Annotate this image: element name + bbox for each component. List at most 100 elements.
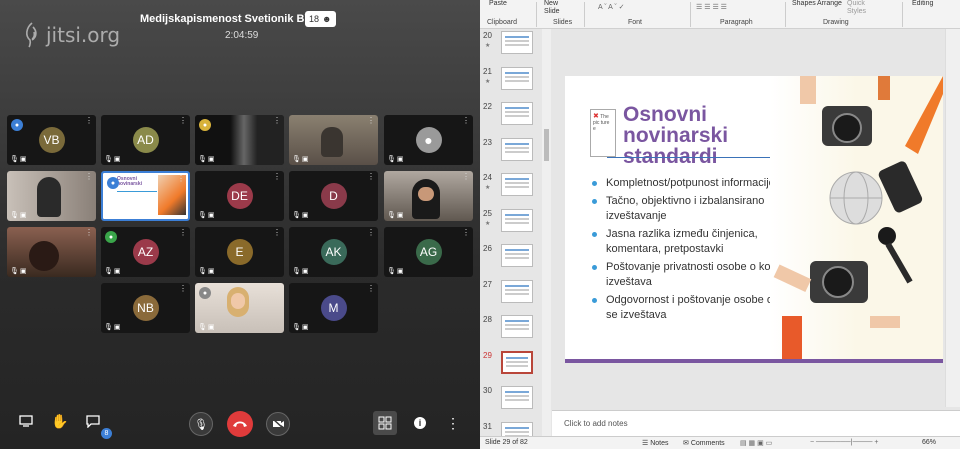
tile-more-options-icon[interactable]: ⋮ — [179, 285, 187, 293]
more-vertical-icon: ⋮ — [446, 414, 460, 431]
tile-more-options-icon[interactable]: ⋮ — [179, 229, 187, 237]
slide-thumbnail[interactable] — [501, 208, 533, 232]
ribbon-separator — [690, 2, 691, 27]
slide-scrollbar[interactable] — [945, 29, 960, 407]
tile-more-options-icon[interactable]: ⋮ — [273, 285, 281, 293]
paste-button[interactable]: Paste — [489, 0, 507, 7]
slide-thumbnail[interactable] — [501, 386, 533, 409]
tile-more-options-icon[interactable]: ⋮ — [367, 173, 375, 181]
thumbnails-scrollbar[interactable] — [542, 29, 551, 436]
thumbnail-content — [505, 36, 529, 38]
quick-styles-button[interactable]: Quick Styles — [847, 0, 866, 16]
participant-status-indicator: ● — [11, 119, 23, 131]
thumbnail-content — [505, 178, 529, 180]
tile-more-options-icon[interactable]: ⋮ — [367, 285, 375, 293]
tile-view-button[interactable] — [373, 411, 397, 435]
ribbon-separator — [536, 2, 537, 27]
participant-tile[interactable]: ⋮ 🎙▣ — [7, 171, 96, 221]
participant-tile[interactable]: AZ ● ⋮ 🎙▣ — [101, 227, 190, 277]
tile-more-options-icon[interactable]: ⋮ — [85, 117, 93, 125]
participant-tile[interactable]: AG ⋮ 🎙▣ — [384, 227, 473, 277]
notes-toggle[interactable]: ☰ Notes — [642, 439, 669, 447]
slide-thumbnail[interactable] — [501, 350, 533, 374]
tile-more-options-icon[interactable]: ⋮ — [85, 173, 93, 181]
tile-more-options-icon[interactable]: ⋮ — [273, 173, 281, 181]
participant-avatar: VB — [38, 127, 65, 153]
thumbnail-content — [505, 391, 529, 393]
ribbon: Paste New Slide A ˇ A ˇ ✓ ☰ ☰ ☰ ☰ Shapes… — [480, 0, 960, 29]
chat-button[interactable] — [84, 412, 102, 430]
participant-count-badge[interactable]: 18 ☻ — [305, 11, 336, 27]
tile-view-icon — [378, 416, 392, 430]
meeting-timer: 2:04:59 — [225, 30, 259, 41]
thumbnail-content — [505, 426, 529, 429]
participant-tile[interactable]: ⋮ 🎙▣ — [7, 227, 96, 277]
thumbnail-number: 27 — [483, 279, 492, 289]
participant-tile[interactable]: AD ⋮ 🎙▣ — [101, 115, 190, 165]
jitsi-logo-icon — [26, 22, 37, 48]
tile-more-options-icon[interactable]: ⋮ — [462, 117, 470, 125]
tile-more-options-icon[interactable]: ⋮ — [367, 117, 375, 125]
muted-indicators-icon: 🎙▣ — [104, 156, 122, 163]
slide-thumbnail[interactable] — [501, 244, 533, 267]
participant-tile[interactable]: NB ⋮ 🎙▣ — [101, 283, 190, 333]
hangup-button[interactable] — [227, 411, 253, 437]
muted-indicators-icon: 🎙▣ — [198, 212, 216, 219]
shapes-button[interactable]: Shapes — [792, 0, 816, 7]
slide-thumbnail[interactable] — [501, 31, 533, 54]
view-buttons[interactable]: ▤ ▦ ▣ ▭ — [740, 439, 772, 447]
muted-indicators-icon: 🎙▣ — [10, 156, 28, 163]
tile-more-options-icon[interactable]: ⋮ — [273, 229, 281, 237]
camera-button[interactable] — [266, 412, 290, 436]
thumbnail-content — [505, 71, 529, 74]
participant-tile[interactable]: ● ⋮ 🎙▣ — [195, 283, 284, 333]
tile-more-options-icon[interactable]: ⋮ — [179, 117, 187, 125]
info-button[interactable]: i — [411, 414, 429, 432]
microphone-button[interactable]: 🎙 — [189, 412, 213, 436]
participant-tile[interactable]: Osnovni novinarski ● ⋮ 🎙▣ — [101, 171, 190, 221]
zoom-level[interactable]: 66% — [922, 439, 936, 446]
participant-tile[interactable]: E ⋮ 🎙▣ — [195, 227, 284, 277]
comments-toggle[interactable]: ✉ Comments — [683, 439, 725, 447]
participant-tile[interactable]: M ⋮ 🎙▣ — [289, 283, 378, 333]
slide-thumbnail[interactable] — [501, 279, 533, 303]
scrollbar-knob[interactable] — [544, 129, 549, 161]
thumbnail-number: 30 — [483, 386, 492, 395]
tile-more-options-icon[interactable]: ⋮ — [462, 173, 470, 181]
participant-tile[interactable]: DE ⋮ 🎙▣ — [195, 171, 284, 221]
tile-more-options-icon[interactable]: ⋮ — [462, 229, 470, 237]
thumbnail-content — [505, 142, 529, 145]
participant-tile[interactable]: ● ⋮ 🎙▣ — [384, 115, 473, 165]
participant-tile[interactable]: ⋮ 🎙▣ — [384, 171, 473, 221]
slide-thumbnail[interactable] — [501, 66, 533, 90]
zoom-slider[interactable]: − ───────|──── + — [810, 439, 878, 446]
participant-status-indicator: ● — [107, 177, 119, 189]
participant-tile[interactable]: ⋮ 🎙▣ — [289, 115, 378, 165]
raise-hand-button[interactable]: ✋ — [51, 412, 69, 430]
slide-thumbnail[interactable] — [501, 102, 533, 125]
current-slide[interactable]: ✖ The pic ture e Osnovni novinarski stan… — [565, 76, 943, 363]
animation-star-icon: ★ — [485, 185, 491, 191]
participant-tile[interactable]: D ⋮ 🎙▣ — [289, 171, 378, 221]
participant-tile[interactable]: AK ⋮ 🎙▣ — [289, 227, 378, 277]
font-size-icons[interactable]: A ˇ A ˇ ✓ — [598, 3, 625, 11]
tile-more-options-icon[interactable]: ⋮ — [273, 117, 281, 125]
muted-indicators-icon: 🎙▣ — [198, 324, 216, 331]
tile-more-options-icon[interactable]: ⋮ — [177, 175, 185, 183]
notes-pane[interactable]: Click to add notes — [552, 410, 960, 436]
arrange-button[interactable]: Arrange — [817, 0, 842, 7]
new-slide-button[interactable]: New Slide — [544, 0, 560, 16]
slide-footer-bar — [565, 359, 943, 363]
slide-thumbnail[interactable] — [501, 137, 533, 161]
screen-share-button[interactable] — [17, 412, 35, 430]
participant-tile[interactable]: ● ⋮ 🎙▣ — [195, 115, 284, 165]
tile-more-options-icon[interactable]: ⋮ — [85, 229, 93, 237]
slide-thumbnail[interactable] — [501, 315, 533, 338]
thumbnail-number: 21 — [483, 66, 492, 76]
paragraph-icons[interactable]: ☰ ☰ ☰ ☰ — [696, 3, 727, 11]
participant-tile[interactable]: VB ● ⋮ 🎙▣ — [7, 115, 96, 165]
more-options-button[interactable]: ⋮ — [446, 414, 460, 432]
slide-thumbnail[interactable] — [501, 173, 533, 196]
tile-more-options-icon[interactable]: ⋮ — [367, 229, 375, 237]
editing-button[interactable]: Editing — [912, 0, 933, 7]
